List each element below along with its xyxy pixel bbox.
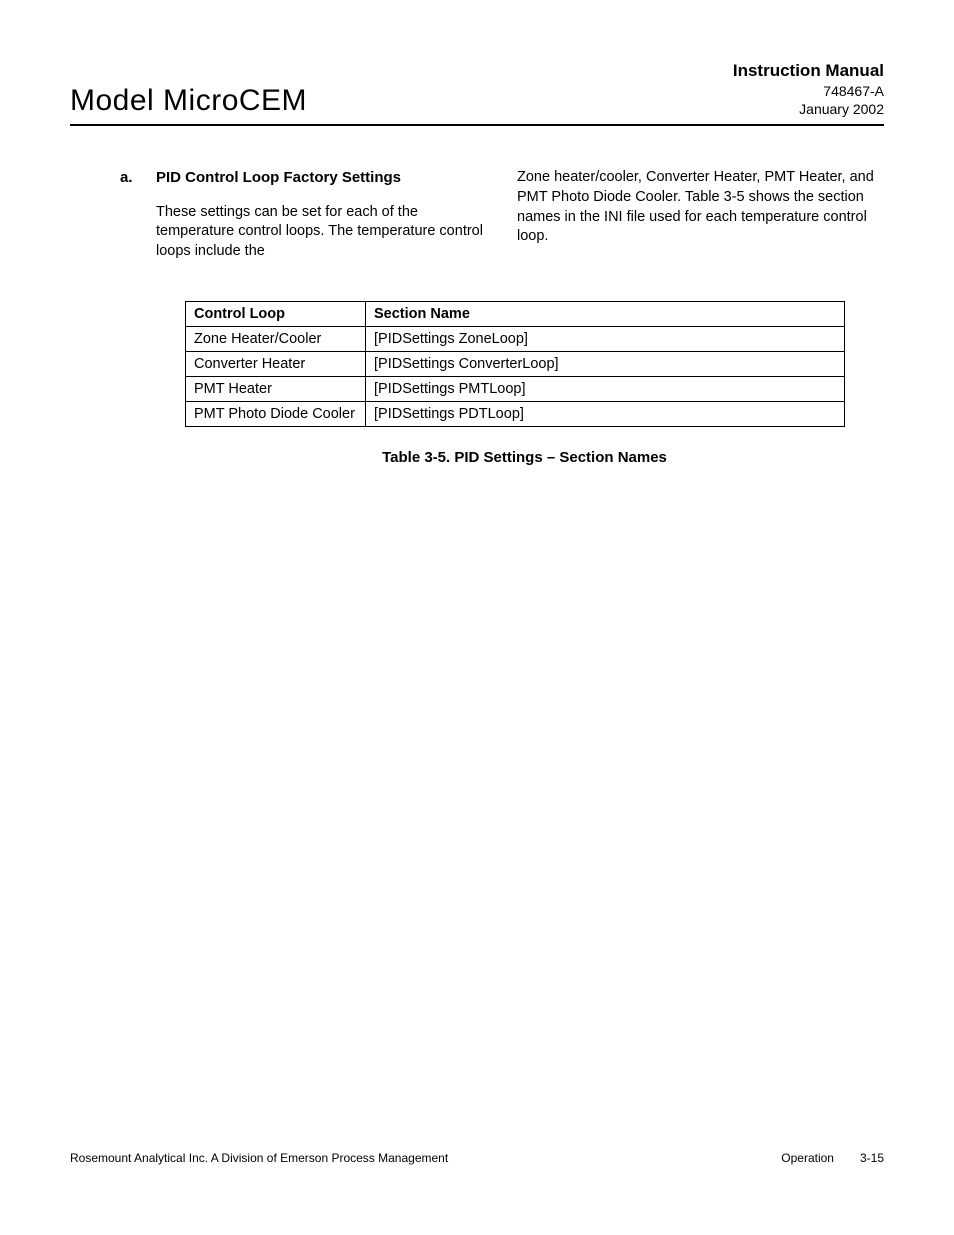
footer-left: Rosemount Analytical Inc. A Division of … <box>70 1151 448 1165</box>
table-header-cell: Section Name <box>366 302 845 327</box>
table-cell: Converter Heater <box>186 352 366 377</box>
header-right-block: Instruction Manual 748467-A January 2002 <box>733 60 884 118</box>
page-footer: Rosemount Analytical Inc. A Division of … <box>70 1151 884 1195</box>
section-letter: a. <box>120 168 156 188</box>
table-row: Zone Heater/Cooler [PIDSettings ZoneLoop… <box>186 327 845 352</box>
table-row: PMT Photo Diode Cooler [PIDSettings PDTL… <box>186 402 845 427</box>
table-row: Converter Heater [PIDSettings ConverterL… <box>186 352 845 377</box>
footer-section: Operation <box>781 1151 834 1165</box>
content-area: a. PID Control Loop Factory Settings The… <box>70 168 884 1151</box>
table-header-row: Control Loop Section Name <box>186 302 845 327</box>
model-title: Model MicroCEM <box>70 84 307 118</box>
right-column: Zone heater/cooler, Converter Heater, PM… <box>517 168 884 261</box>
section-para-left: These settings can be set for each of th… <box>120 203 487 262</box>
footer-page-number: 3-15 <box>860 1151 884 1165</box>
table-cell: PMT Photo Diode Cooler <box>186 402 366 427</box>
doc-date: January 2002 <box>733 100 884 118</box>
section-para-right: Zone heater/cooler, Converter Heater, PM… <box>517 168 884 246</box>
page-header: Model MicroCEM Instruction Manual 748467… <box>70 60 884 126</box>
pid-settings-table: Control Loop Section Name Zone Heater/Co… <box>185 301 845 427</box>
left-column: a. PID Control Loop Factory Settings The… <box>120 168 487 261</box>
section-title: PID Control Loop Factory Settings <box>156 168 401 188</box>
table-cell: PMT Heater <box>186 377 366 402</box>
table-row: PMT Heater [PIDSettings PMTLoop] <box>186 377 845 402</box>
table-header-cell: Control Loop <box>186 302 366 327</box>
table-cell: [PIDSettings ZoneLoop] <box>366 327 845 352</box>
table-caption: Table 3-5. PID Settings – Section Names <box>185 449 864 466</box>
table-cell: [PIDSettings PDTLoop] <box>366 402 845 427</box>
table-cell: Zone Heater/Cooler <box>186 327 366 352</box>
table-cell: [PIDSettings ConverterLoop] <box>366 352 845 377</box>
table-cell: [PIDSettings PMTLoop] <box>366 377 845 402</box>
manual-title: Instruction Manual <box>733 60 884 82</box>
doc-number: 748467-A <box>733 82 884 100</box>
